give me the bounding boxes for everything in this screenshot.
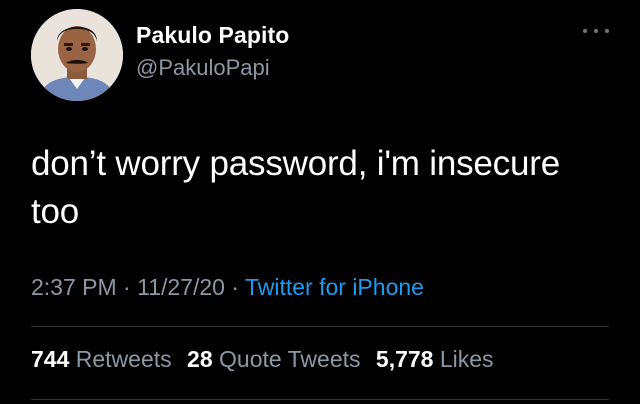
profile-photo-icon — [31, 9, 123, 101]
more-dot — [583, 29, 587, 33]
tweet-time[interactable]: 2:37 PM — [31, 274, 117, 300]
tweet-text: don’t worry password, i'm insecure too — [31, 144, 560, 231]
more-dot — [594, 29, 598, 33]
avatar[interactable] — [31, 9, 123, 101]
quote-tweets-stat[interactable]: 28 Quote Tweets — [187, 346, 360, 372]
tweet-date[interactable]: 11/27/20 — [137, 274, 225, 300]
more-horizontal-icon[interactable] — [583, 24, 609, 38]
author-handle[interactable]: @PakuloPapi — [136, 55, 270, 81]
more-dot — [605, 29, 609, 33]
meta-separator: · — [224, 274, 245, 300]
retweets-stat[interactable]: 744 Retweets — [31, 346, 172, 372]
tweet-meta: 2:37 PM · 11/27/20 · Twitter for iPhone — [31, 274, 424, 301]
tweet-card: Pakulo Papito @PakuloPapi don’t worry pa… — [0, 0, 640, 404]
meta-separator: · — [116, 274, 138, 300]
likes-label: Likes — [439, 346, 494, 372]
divider — [31, 399, 609, 400]
likes-stat[interactable]: 5,778 Likes — [376, 346, 494, 372]
retweets-label: Retweets — [75, 346, 172, 372]
tweet-stats: 744 Retweets 28 Quote Tweets 5,778 Likes — [31, 346, 503, 373]
likes-count: 5,778 — [375, 346, 434, 372]
tweet-source-link[interactable]: Twitter for iPhone — [245, 274, 424, 300]
divider — [31, 326, 609, 327]
quote-tweets-label: Quote Tweets — [219, 346, 361, 372]
author-display-name[interactable]: Pakulo Papito — [136, 22, 289, 49]
quote-tweets-count: 28 — [187, 346, 213, 372]
retweets-count: 744 — [31, 346, 70, 372]
